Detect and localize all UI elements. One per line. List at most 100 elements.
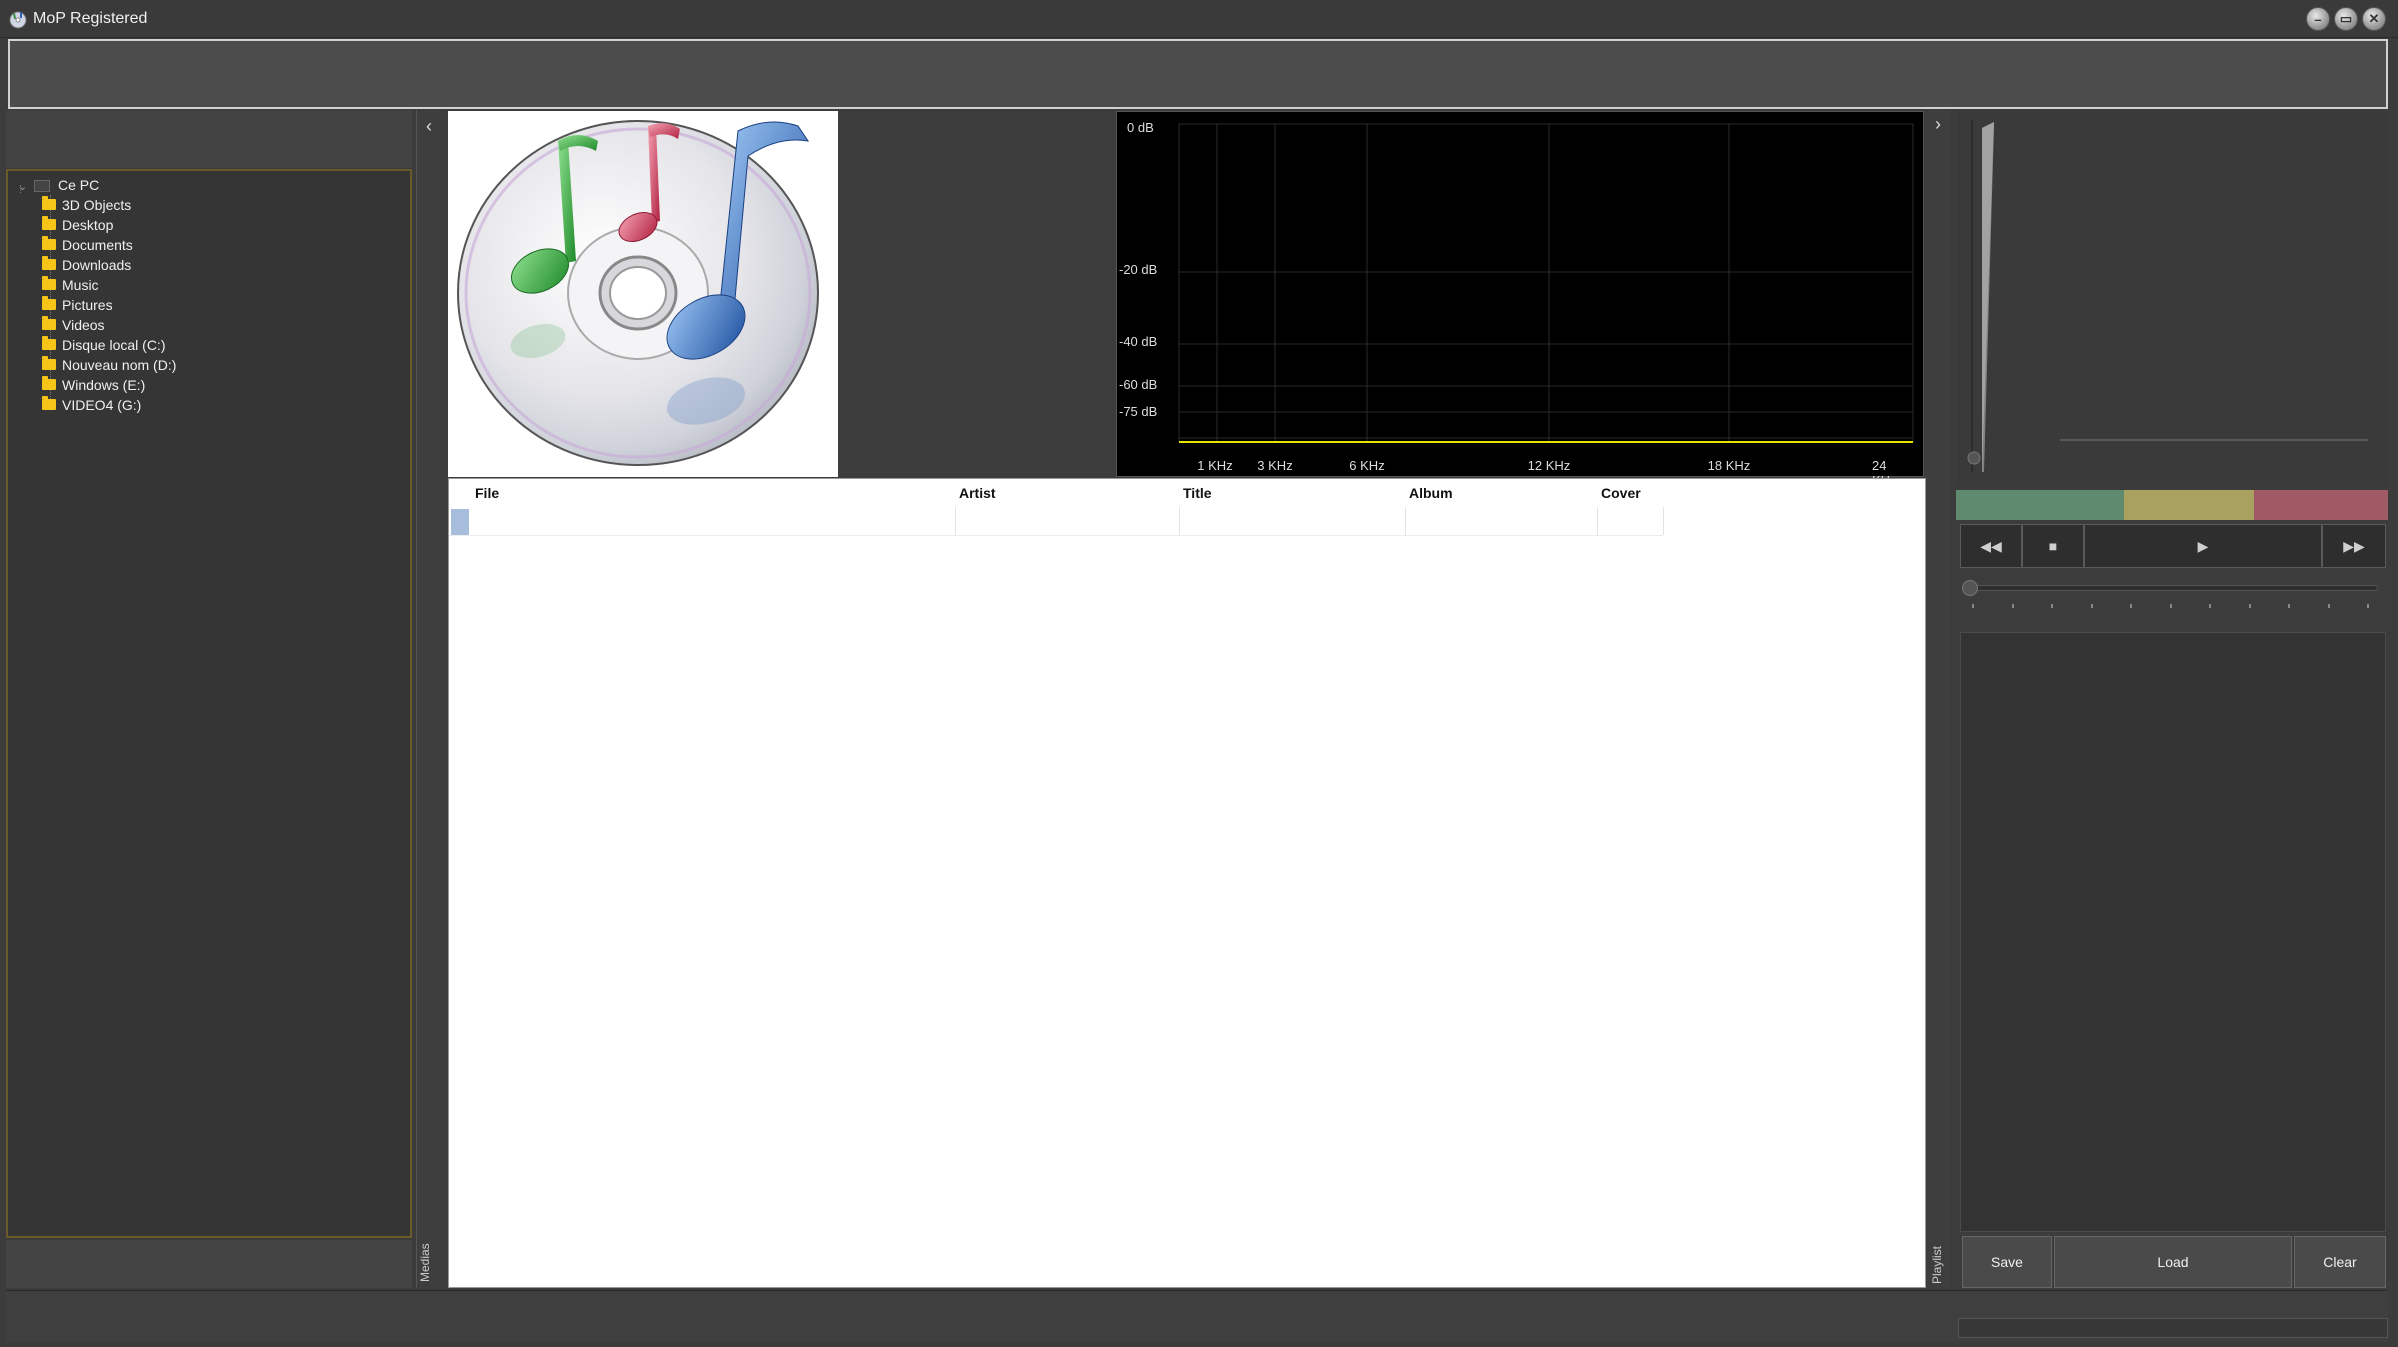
window-title: MoP Registered: [33, 10, 148, 27]
tree-item-label: 3D Objects: [62, 197, 132, 213]
tree-item-label: Disque local (C:): [62, 337, 166, 353]
tree-item[interactable]: Pictures: [42, 295, 113, 315]
playlist-splitter[interactable]: › Playlist: [1926, 110, 1950, 1288]
medias-splitter[interactable]: ‹: [416, 110, 440, 1288]
top-toolbar: [8, 39, 2388, 109]
playlist-label: Playlist: [1930, 1245, 1944, 1284]
folder-icon: [42, 216, 56, 230]
db-label: -75 dB: [1119, 404, 1158, 419]
load-button[interactable]: Load: [2054, 1236, 2292, 1288]
seek-tick: [2327, 604, 2330, 608]
row-selector[interactable]: [451, 509, 469, 535]
media-table[interactable]: File Artist Title Album Cover: [448, 478, 1926, 1288]
close-button[interactable]: ✕: [2362, 7, 2386, 31]
cover-spacer: [838, 111, 1115, 477]
seek-tick: [2169, 604, 2172, 608]
table-row[interactable]: [449, 509, 1663, 536]
tree-item[interactable]: Music: [42, 275, 99, 295]
tree-item[interactable]: Windows (E:): [42, 375, 145, 395]
volume-knob: [1967, 451, 1981, 465]
db-label: 0 dB: [1127, 120, 1154, 135]
folder-icon: [42, 356, 56, 370]
expand-icon[interactable]: ⌄: [18, 177, 34, 197]
column-separator: [955, 507, 956, 535]
folder-tree[interactable]: ⌄ Ce PC 3D Objects Desktop Documents Downloa…: [6, 169, 412, 1238]
column-separator: [1405, 507, 1406, 535]
computer-icon: [34, 180, 50, 193]
seek-tick: [2011, 604, 2014, 608]
folder-icon: [42, 276, 56, 290]
collapse-left-icon[interactable]: ‹: [417, 116, 441, 137]
folder-icon: [42, 316, 56, 330]
column-separator: [1597, 507, 1598, 535]
frequency-label: 1 KHz: [1197, 458, 1233, 473]
clear-button[interactable]: Clear: [2294, 1236, 2386, 1288]
medias-tab[interactable]: Medias: [416, 1230, 440, 1290]
rewind-button[interactable]: ◀◀: [1960, 524, 2022, 568]
seek-tick: [1972, 604, 1974, 608]
tree-item[interactable]: 3D Objects: [42, 195, 131, 215]
column-header[interactable]: Album: [1409, 485, 1453, 501]
status-progress: [1958, 1318, 2388, 1338]
close-icon: ✕: [2368, 11, 2380, 26]
folder-icon: [42, 336, 56, 350]
album-cover: [448, 111, 838, 477]
seek-bar[interactable]: [1966, 585, 2378, 591]
folder-icon: [42, 376, 56, 390]
spectrum-analyzer: 0 dB -20 dB -40 dB -60 dB -75 dB 1 KHz 3 KHz 6…: [1116, 111, 1924, 488]
seek-tick: [2090, 604, 2093, 608]
frequency-label: 12 KHz: [1527, 458, 1571, 473]
play-icon: ▶: [2197, 537, 2209, 554]
column-header[interactable]: File: [475, 485, 499, 501]
tree-item[interactable]: Disque local (C:): [42, 335, 165, 355]
spectrum-grid: [1178, 123, 1914, 443]
db-label: -40 dB: [1119, 334, 1158, 349]
tree-item[interactable]: Documents: [42, 235, 133, 255]
level-segment: [1956, 490, 2124, 520]
left-panel-header: [6, 110, 412, 168]
maximize-icon: ▭: [2339, 11, 2353, 26]
seek-knob[interactable]: [1962, 580, 1978, 596]
seek-tick: [2288, 604, 2290, 608]
folder-icon: [42, 196, 56, 210]
stop-icon: ■: [2048, 538, 2058, 554]
tree-item-label: Nouveau nom (D:): [62, 357, 177, 373]
level-segment: [2124, 490, 2254, 520]
tree-item-label: Downloads: [62, 257, 132, 273]
title-bar: [0, 0, 2398, 38]
folder-icon: [42, 396, 56, 410]
fast-forward-icon: ▶▶: [2343, 537, 2365, 554]
collapse-right-icon[interactable]: ›: [1926, 114, 1950, 135]
column-separator: [1663, 507, 1664, 535]
save-button[interactable]: Save: [1962, 1236, 2052, 1288]
playlist[interactable]: [1960, 632, 2386, 1232]
tree-item[interactable]: VIDEO4 (G:): [42, 395, 141, 415]
tree-item-label: Pictures: [62, 297, 113, 313]
seek-tick: [2209, 604, 2211, 608]
folder-icon: [42, 256, 56, 270]
column-header[interactable]: Artist: [959, 485, 996, 501]
fast-forward-button[interactable]: ▶▶: [2322, 524, 2386, 568]
level-segment: [2254, 490, 2388, 520]
level-meter: [1956, 490, 2388, 520]
column-header[interactable]: Cover: [1601, 485, 1641, 501]
tree-item[interactable]: Nouveau nom (D:): [42, 355, 176, 375]
stop-button[interactable]: ■: [2022, 524, 2084, 568]
rewind-icon: ◀◀: [1980, 537, 2002, 554]
play-button[interactable]: ▶: [2084, 524, 2322, 568]
tree-item[interactable]: Desktop: [42, 215, 113, 235]
maximize-button[interactable]: ▭: [2334, 7, 2358, 31]
seek-tick: [2248, 604, 2251, 608]
frequency-label: 6 KHz: [1349, 458, 1385, 473]
tree-item[interactable]: Downloads: [42, 255, 131, 275]
minimize-button[interactable]: –: [2306, 7, 2330, 31]
volume-slider[interactable]: [1958, 112, 2388, 487]
tree-item-label: Windows (E:): [62, 377, 146, 393]
tree-item[interactable]: Videos: [42, 315, 105, 335]
column-header[interactable]: Title: [1183, 485, 1212, 501]
tree-root[interactable]: ⌄ Ce PC: [18, 175, 99, 195]
minimize-icon: –: [2314, 11, 2322, 27]
tree-item-label: Music: [62, 277, 99, 293]
db-label: -20 dB: [1119, 262, 1158, 277]
medias-label: Medias: [418, 1243, 432, 1282]
